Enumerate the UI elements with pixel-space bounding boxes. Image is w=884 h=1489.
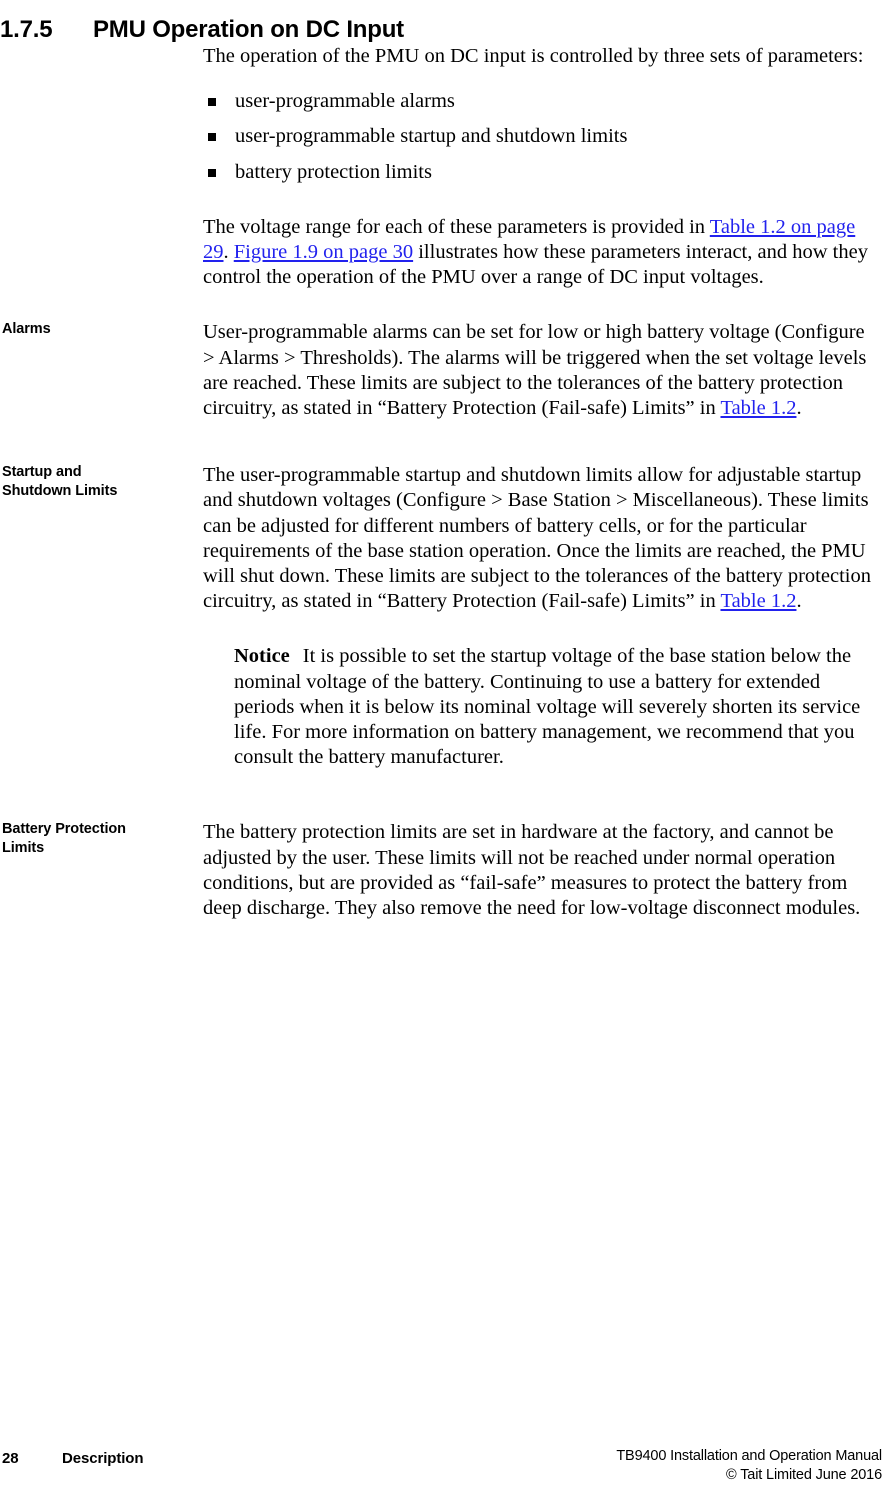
- parameter-list-body: user-programmable alarms user-programmab…: [203, 89, 879, 185]
- paragraph-text: .: [796, 397, 802, 420]
- battery-protection-block: Battery Protection Limits The battery pr…: [0, 820, 884, 921]
- notice-paragraph: Notice It is possible to set the startup …: [234, 644, 879, 770]
- margin-label-line: Limits: [2, 840, 45, 857]
- section-title: PMU Operation on DC Input: [93, 16, 404, 44]
- alarms-block: Alarms User-programmable alarms can be s…: [0, 320, 884, 421]
- battery-protection-margin-label: Battery Protection Limits: [2, 820, 192, 858]
- alarms-margin-label: Alarms: [2, 321, 51, 338]
- square-bullet-icon: [208, 133, 216, 142]
- startup-shutdown-body: The user-programmable startup and shutdo…: [203, 463, 879, 614]
- footer-page-number: 28: [2, 1450, 19, 1467]
- battery-protection-paragraph: The battery protection limits are set in…: [203, 821, 861, 920]
- square-bullet-icon: [208, 168, 216, 177]
- list-item: user-programmable alarms: [203, 89, 879, 114]
- alarms-paragraph: User-programmable alarms can be set for …: [203, 320, 879, 421]
- footer-manual-title: TB9400 Installation and Operation Manual: [616, 1448, 882, 1464]
- startup-shutdown-block: Startup and Shutdown Limits The user-pro…: [0, 463, 884, 614]
- page-footer: 28 Description TB9400 Installation and Op…: [0, 1445, 884, 1489]
- notice-block: Notice It is possible to set the startup …: [0, 644, 884, 770]
- notice-text: It is possible to set the startup voltag…: [234, 645, 861, 769]
- parameter-bullet-list: user-programmable alarms user-programmab…: [203, 89, 879, 185]
- list-item: user-programmable startup and shutdown l…: [203, 124, 879, 149]
- section-number: 1.7.5: [0, 16, 53, 44]
- parameter-list-block: user-programmable alarms user-programmab…: [0, 89, 884, 185]
- notice-callout: Notice It is possible to set the startup …: [234, 644, 879, 770]
- paragraph-text: The voltage range for each of these para…: [203, 215, 710, 238]
- voltage-range-paragraph: The voltage range for each of these para…: [203, 215, 879, 291]
- list-item-label: battery protection limits: [235, 160, 432, 183]
- list-item-label: user-programmable alarms: [235, 90, 455, 113]
- xref-table-1-2[interactable]: Table 1.2: [720, 397, 796, 419]
- voltage-range-body: The voltage range for each of these para…: [203, 215, 879, 291]
- margin-label-line: Startup and: [2, 464, 82, 481]
- notice-label: Notice: [234, 645, 290, 668]
- voltage-range-block: The voltage range for each of these para…: [0, 215, 884, 291]
- intro-body: The operation of the PMU on DC input is …: [203, 44, 879, 69]
- paragraph-text: .: [223, 241, 234, 264]
- startup-shutdown-margin-label: Startup and Shutdown Limits: [2, 463, 192, 501]
- intro-paragraph: The operation of the PMU on DC input is …: [203, 45, 864, 67]
- list-item: battery protection limits: [203, 160, 879, 185]
- footer-chapter-name: Description: [62, 1450, 144, 1467]
- margin-label-line: Battery Protection: [2, 821, 126, 838]
- square-bullet-icon: [208, 98, 216, 107]
- paragraph-text: .: [796, 590, 802, 613]
- alarms-body: User-programmable alarms can be set for …: [203, 320, 879, 421]
- footer-right: TB9400 Installation and Operation Manual…: [616, 1447, 882, 1485]
- section-heading: 1.7.5 PMU Operation on DC Input: [0, 16, 884, 44]
- intro-block: The operation of the PMU on DC input is …: [0, 44, 884, 69]
- xref-figure-1-9-page-30[interactable]: Figure 1.9 on page 30: [234, 241, 413, 263]
- battery-protection-body: The battery protection limits are set in…: [203, 820, 879, 921]
- xref-table-1-2[interactable]: Table 1.2: [720, 590, 796, 612]
- margin-label-line: Shutdown Limits: [2, 483, 118, 500]
- document-page: 1.7.5 PMU Operation on DC Input The opera…: [0, 0, 884, 1489]
- startup-shutdown-paragraph: The user-programmable startup and shutdo…: [203, 463, 879, 614]
- footer-copyright: © Tait Limited June 2016: [726, 1467, 882, 1483]
- footer-left: 28 Description: [2, 1449, 144, 1468]
- list-item-label: user-programmable startup and shutdown l…: [235, 125, 628, 148]
- page-content: The operation of the PMU on DC input is …: [0, 44, 884, 921]
